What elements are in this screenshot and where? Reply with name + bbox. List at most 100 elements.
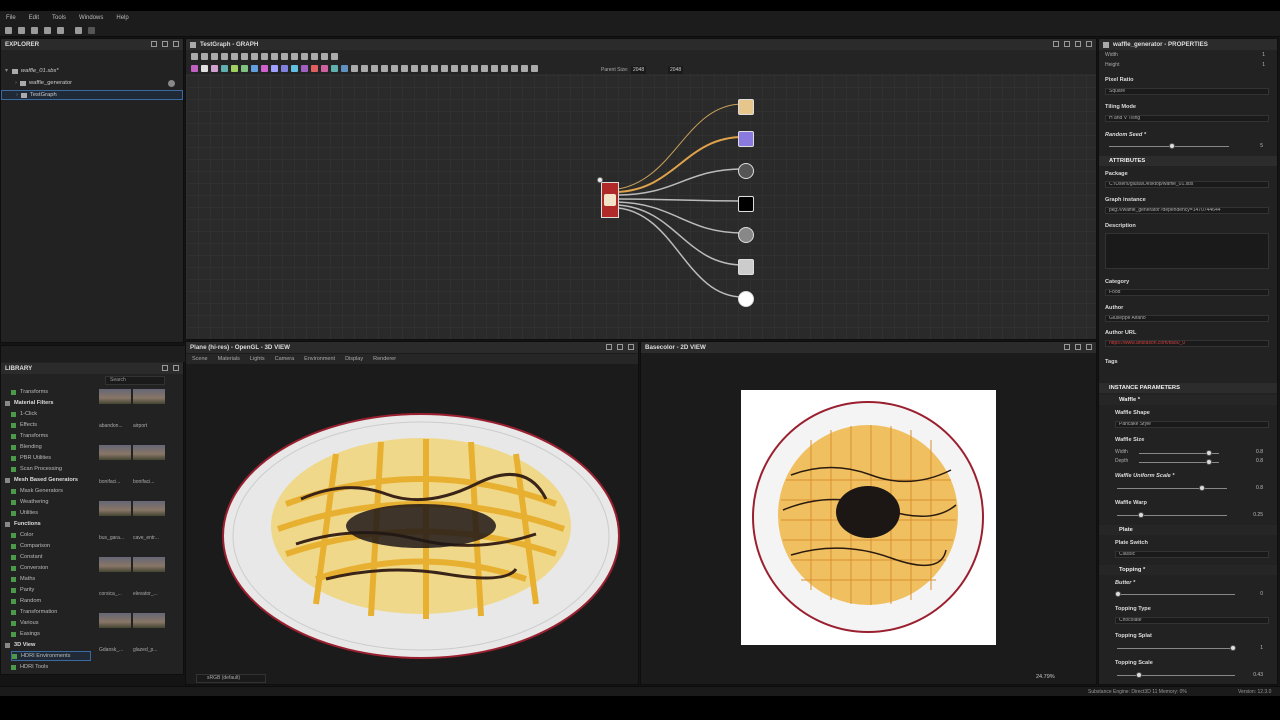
waffle-shape-select[interactable]: Pancake Style	[1115, 421, 1269, 428]
close-icon[interactable]	[628, 344, 634, 350]
library-item[interactable]: Parity	[11, 585, 34, 595]
library-item[interactable]: Conversion	[11, 563, 48, 573]
tiling-select[interactable]: H and V Tiling	[1105, 115, 1269, 122]
hdri-thumbnail[interactable]	[99, 557, 131, 572]
hdri-thumbnail[interactable]	[133, 445, 165, 460]
slider-knob[interactable]	[1169, 143, 1175, 149]
library-item[interactable]: 3D View	[5, 640, 35, 650]
slider-knob[interactable]	[1136, 672, 1142, 678]
close-icon[interactable]	[1086, 344, 1092, 350]
graph-panel[interactable]: TestGraph - GRAPH Parent Size: 2048 2048	[185, 38, 1097, 340]
library-item[interactable]: Blending	[11, 442, 42, 452]
butter-slider[interactable]	[1115, 591, 1235, 597]
library-item[interactable]: HDRI Environments	[11, 651, 91, 661]
menu-lights[interactable]: Lights	[250, 356, 265, 362]
library-item[interactable]: Material Filters	[5, 398, 53, 408]
slider-knob[interactable]	[1206, 459, 1212, 465]
menu-help[interactable]: Help	[116, 15, 128, 21]
tree-item-testgraph[interactable]: › TestGraph	[1, 90, 183, 100]
hdri-thumbnail[interactable]	[99, 389, 131, 404]
library-item[interactable]: 1-Click	[11, 409, 37, 419]
tree-item-waffle-generator[interactable]: › waffle_generator	[1, 78, 183, 88]
zoom-level[interactable]: 24.79%	[1036, 674, 1055, 680]
library-item[interactable]: Mask Generators	[11, 486, 63, 496]
description-field[interactable]	[1105, 233, 1269, 269]
plate-switch-select[interactable]: Classic	[1115, 551, 1269, 558]
uniform-scale-slider[interactable]	[1117, 485, 1227, 491]
output-roughness-node[interactable]	[738, 196, 754, 212]
library-item[interactable]: Utilities	[11, 508, 38, 518]
library-item[interactable]: HDRI Tools	[11, 662, 48, 672]
undo-icon[interactable]	[75, 27, 82, 34]
waffle-width-slider[interactable]	[1139, 450, 1219, 456]
slider-knob[interactable]	[1199, 485, 1205, 491]
output-opacity-node[interactable]	[738, 291, 754, 307]
hdri-thumbnail[interactable]	[99, 445, 131, 460]
hdri-thumbnail[interactable]	[133, 557, 165, 572]
seed-slider[interactable]	[1109, 143, 1229, 149]
topping-splat-slider[interactable]	[1117, 645, 1236, 651]
plate-group[interactable]: Plate	[1099, 525, 1277, 535]
slider-knob[interactable]	[1115, 591, 1121, 597]
instance-params-section[interactable]: INSTANCE PARAMETERS	[1099, 383, 1277, 393]
close-icon[interactable]	[173, 365, 179, 371]
hdri-thumbnail[interactable]	[133, 501, 165, 516]
menu-renderer[interactable]: Renderer	[373, 356, 396, 362]
maximize-icon[interactable]	[162, 41, 168, 47]
waffle-group[interactable]: Waffle *	[1099, 395, 1277, 405]
library-item[interactable]: Scan Processing	[11, 464, 62, 474]
output-height-node[interactable]	[738, 259, 754, 275]
maximize-icon[interactable]	[1075, 344, 1081, 350]
save-all-icon[interactable]	[44, 27, 51, 34]
menu-edit[interactable]: Edit	[29, 15, 39, 21]
library-item[interactable]: Easings	[11, 629, 40, 639]
hdri-thumbnail[interactable]	[99, 501, 131, 516]
library-item[interactable]: Comparison	[11, 541, 50, 551]
save-icon[interactable]	[31, 27, 38, 34]
3d-viewport[interactable]	[186, 364, 638, 674]
menu-windows[interactable]: Windows	[79, 15, 103, 21]
hdri-thumbnail[interactable]	[133, 613, 165, 628]
close-icon[interactable]	[173, 41, 179, 47]
menu-environment[interactable]: Environment	[304, 356, 335, 362]
library-item[interactable]: Mesh Based Generators	[5, 475, 78, 485]
hdri-thumbnail[interactable]	[133, 389, 165, 404]
library-item[interactable]: Effects	[11, 420, 37, 430]
output-ao-node[interactable]	[738, 163, 754, 179]
topping-type-select[interactable]: Chocolate	[1115, 617, 1269, 624]
pixel-ratio-select[interactable]: Square	[1105, 88, 1269, 95]
category-field[interactable]: Food	[1105, 289, 1269, 296]
maximize-icon[interactable]	[617, 344, 623, 350]
float-icon[interactable]	[151, 41, 157, 47]
slider-knob[interactable]	[1138, 512, 1144, 518]
library-item[interactable]: Random	[11, 596, 41, 606]
topping-group[interactable]: Topping *	[1099, 565, 1277, 575]
colorspace-select[interactable]: sRGB (default)	[196, 674, 266, 683]
menu-tools[interactable]: Tools	[52, 15, 66, 21]
pin-icon[interactable]	[1064, 344, 1070, 350]
output-normal-node[interactable]	[738, 131, 754, 147]
slider-knob[interactable]	[1206, 450, 1212, 456]
menu-file[interactable]: File	[6, 15, 16, 21]
library-item[interactable]: Transformation	[11, 607, 57, 617]
waffle-generator-node[interactable]	[601, 182, 619, 218]
waffle-depth-slider[interactable]	[1139, 459, 1219, 465]
library-search-input[interactable]: Search	[105, 376, 165, 385]
author-url-field[interactable]: https://www.artstation.com/bs80_0	[1105, 340, 1269, 347]
menu-materials[interactable]: Materials	[218, 356, 240, 362]
open-icon[interactable]	[18, 27, 25, 34]
output-basecolor-node[interactable]	[738, 99, 754, 115]
attributes-section[interactable]: ATTRIBUTES	[1099, 156, 1277, 166]
library-item[interactable]: Constant	[11, 552, 42, 562]
library-item[interactable]: Various	[11, 618, 39, 628]
menu-camera[interactable]: Camera	[275, 356, 295, 362]
menu-scene[interactable]: Scene	[192, 356, 208, 362]
warp-slider[interactable]	[1117, 512, 1227, 518]
info-icon[interactable]	[168, 80, 175, 87]
library-item[interactable]: Transforms	[11, 387, 48, 397]
hdri-thumbnail[interactable]	[99, 613, 131, 628]
float-icon[interactable]	[162, 365, 168, 371]
new-icon[interactable]	[5, 27, 12, 34]
library-item[interactable]: PBR Utilities	[11, 453, 51, 463]
library-item[interactable]: Weathering	[11, 497, 49, 507]
